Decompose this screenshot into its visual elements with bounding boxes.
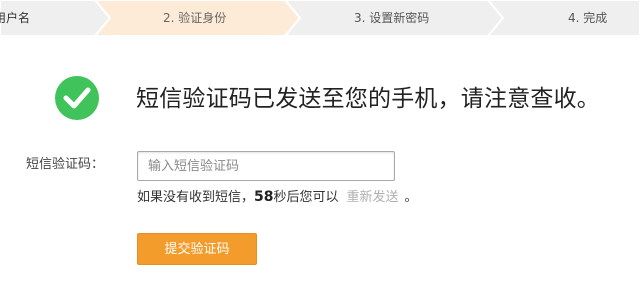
step-2-label: 2. 验证身份 bbox=[163, 11, 227, 25]
step-3-label: 3. 设置新密码 bbox=[354, 11, 430, 25]
verify-identity-page: 用户名 2. 验证身份 3. 设置新密码 4. 完成 短信验证码已发送至您的手机… bbox=[0, 0, 640, 290]
step-progress-bar: 用户名 2. 验证身份 3. 设置新密码 4. 完成 bbox=[0, 0, 640, 36]
resend-middle-text: 秒后您可以 bbox=[273, 190, 339, 205]
resend-suffix-text: 。 bbox=[404, 190, 418, 205]
step-4-bg bbox=[486, 0, 640, 36]
resend-prefix-text: 如果没有收到短信， bbox=[137, 190, 255, 205]
submit-code-button[interactable]: 提交验证码 bbox=[137, 233, 257, 265]
sms-code-label: 短信验证码： bbox=[26, 157, 105, 172]
resend-link[interactable]: 重新发送 bbox=[347, 190, 399, 205]
countdown-seconds: 58 bbox=[254, 189, 274, 205]
resend-hint: 如果没有收到短信，58秒后您可以 重新发送。 bbox=[137, 188, 418, 207]
sms-code-input[interactable] bbox=[137, 151, 395, 181]
step-1-label: 用户名 bbox=[0, 11, 31, 25]
step-4-label: 4. 完成 bbox=[568, 11, 608, 25]
check-circle-icon bbox=[54, 75, 100, 121]
sms-sent-message: 短信验证码已发送至您的手机，请注意查收。 bbox=[136, 86, 600, 112]
